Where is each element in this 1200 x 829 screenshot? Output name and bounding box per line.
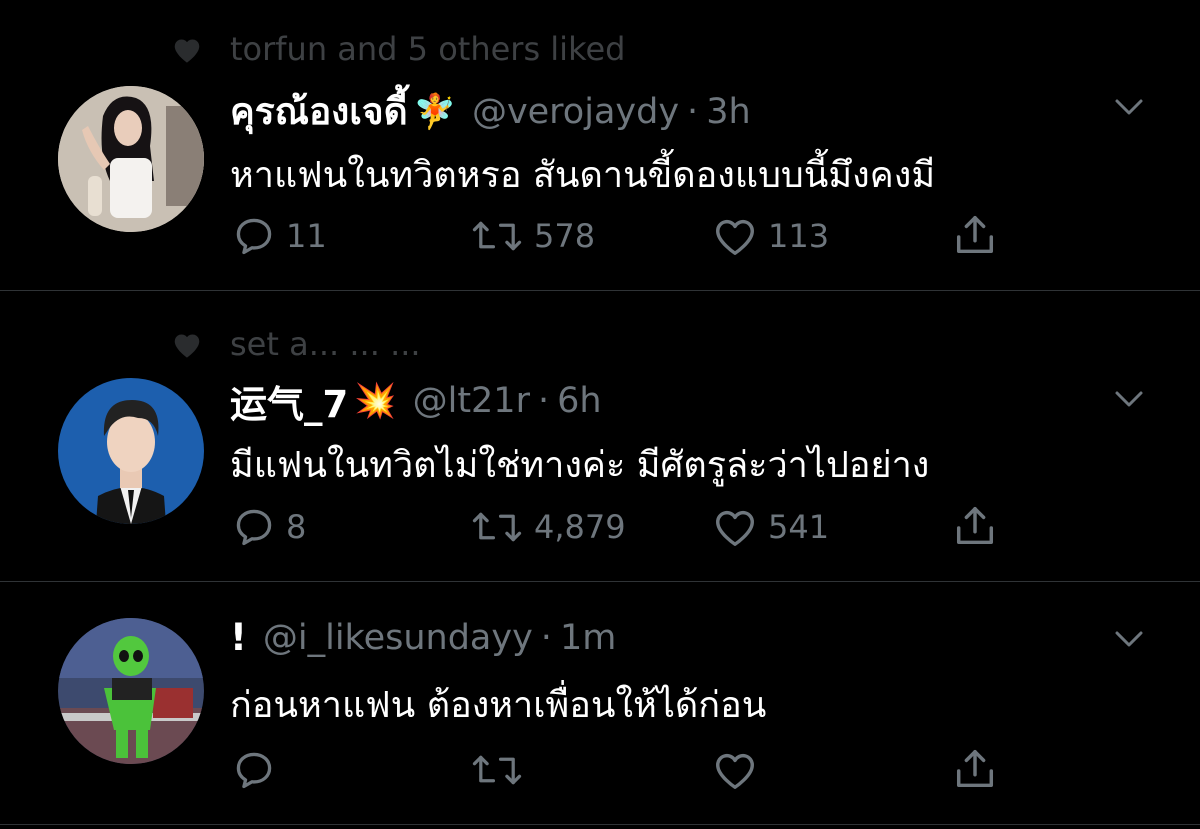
tweet-header: คุรณ้องเจดี้ 🧚 @verojaydy · 3h bbox=[230, 82, 751, 141]
like-icon bbox=[716, 219, 754, 255]
tweet-header: ! @i_likesundayy · 1m bbox=[230, 616, 616, 659]
heart-icon bbox=[174, 334, 200, 358]
separator-dot: · bbox=[537, 381, 550, 421]
reply-icon bbox=[236, 752, 272, 789]
timestamp[interactable]: 6h bbox=[557, 381, 601, 421]
chevron-down-icon[interactable] bbox=[1114, 98, 1144, 116]
user-handle[interactable]: @i_likesundayy bbox=[263, 618, 533, 658]
share-button[interactable] bbox=[952, 746, 998, 792]
tweet-divider bbox=[0, 824, 1200, 825]
like-button[interactable]: 541 bbox=[712, 505, 829, 549]
tweet-divider bbox=[0, 581, 1200, 582]
fairy-emoji: 🧚 bbox=[413, 91, 456, 132]
share-button[interactable] bbox=[952, 503, 998, 549]
retweet-button[interactable]: 4,879 bbox=[470, 505, 626, 549]
retweet-count: 4,879 bbox=[534, 508, 626, 546]
share-icon bbox=[956, 507, 994, 545]
tweet-actions: 8 4,879 541 bbox=[0, 505, 1200, 555]
separator-dot: · bbox=[540, 617, 552, 658]
share-icon bbox=[956, 216, 994, 254]
chevron-down-icon[interactable] bbox=[1114, 630, 1144, 648]
reply-button[interactable]: 8 bbox=[232, 505, 306, 549]
tweet-header: 运气_7 💥 @lt21r · 6h bbox=[230, 374, 602, 428]
share-button[interactable] bbox=[952, 212, 998, 258]
reply-count: 11 bbox=[286, 217, 327, 255]
user-handle[interactable]: @lt21r bbox=[413, 381, 530, 421]
share-icon bbox=[956, 750, 994, 788]
retweet-icon bbox=[472, 512, 522, 542]
like-icon bbox=[716, 753, 754, 789]
retweet-button[interactable] bbox=[470, 748, 534, 792]
timestamp[interactable]: 1m bbox=[560, 618, 616, 658]
collision-emoji: 💥 bbox=[354, 381, 397, 421]
like-count: 113 bbox=[768, 217, 830, 255]
social-context: torfun and 5 others liked bbox=[170, 30, 625, 68]
tweet-divider bbox=[0, 290, 1200, 291]
timestamp[interactable]: 3h bbox=[706, 92, 750, 132]
avatar[interactable] bbox=[58, 86, 204, 232]
display-name[interactable]: ! bbox=[230, 616, 247, 659]
tweet-text: ก่อนหาแฟน ต้องหาเพื่อนให้ได้ก่อน bbox=[230, 685, 767, 726]
user-handle[interactable]: @verojaydy bbox=[472, 92, 679, 132]
avatar[interactable] bbox=[58, 378, 204, 524]
like-icon bbox=[716, 510, 754, 546]
social-context: set a... ... ... bbox=[170, 325, 421, 363]
reply-icon bbox=[236, 509, 272, 546]
tweet-text: มีแฟนในทวิตไม่ใช่ทางค่ะ มีศัตรูล่ะว่าไปอ… bbox=[230, 445, 930, 486]
avatar[interactable] bbox=[58, 618, 204, 764]
like-button[interactable] bbox=[712, 748, 768, 792]
tweet-text: หาแฟนในทวิตหรอ สันดานขี้ดองแบบนี้มึงคงมี bbox=[230, 155, 936, 196]
reply-button[interactable]: 11 bbox=[232, 214, 327, 258]
social-context-text[interactable]: torfun and 5 others liked bbox=[230, 30, 625, 68]
chevron-down-icon[interactable] bbox=[1114, 390, 1144, 408]
display-name[interactable]: คุรณ้องเจดี้ bbox=[230, 82, 408, 141]
retweet-count: 578 bbox=[534, 217, 596, 255]
reply-button[interactable] bbox=[232, 748, 286, 792]
like-button[interactable]: 113 bbox=[712, 214, 829, 258]
like-count: 541 bbox=[768, 508, 830, 546]
tweet-actions: 11 578 113 bbox=[0, 214, 1200, 264]
tweet-actions bbox=[0, 748, 1200, 798]
separator-dot: · bbox=[687, 91, 699, 132]
retweet-icon bbox=[472, 221, 522, 251]
heart-icon bbox=[174, 39, 200, 63]
social-context-text[interactable]: set a... ... ... bbox=[230, 325, 421, 363]
reply-count: 8 bbox=[286, 508, 307, 546]
retweet-button[interactable]: 578 bbox=[470, 214, 595, 258]
reply-icon bbox=[236, 218, 272, 255]
retweet-icon bbox=[472, 755, 522, 785]
display-name[interactable]: 运气_7 bbox=[230, 374, 348, 428]
